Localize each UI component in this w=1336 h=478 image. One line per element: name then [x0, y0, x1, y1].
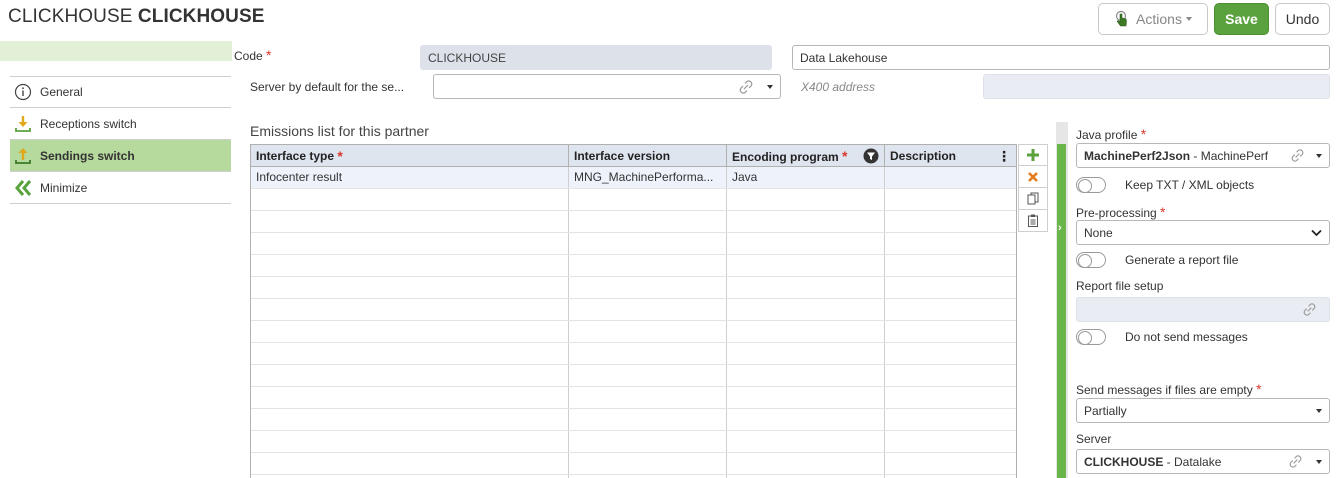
table-row-empty[interactable]	[251, 387, 1016, 409]
generate-report-label: Generate a report file	[1125, 253, 1239, 267]
table-row-empty[interactable]	[251, 255, 1016, 277]
add-row-button[interactable]	[1018, 144, 1048, 166]
table-row-empty[interactable]	[251, 431, 1016, 453]
java-profile-label: Java profile *	[1076, 126, 1147, 142]
side-menu: General Receptions switch Sendings switc…	[10, 76, 231, 204]
send-empty-label: Send messages if files are empty *	[1076, 381, 1262, 397]
table-row-empty[interactable]	[251, 343, 1016, 365]
keep-objects-label: Keep TXT / XML objects	[1125, 178, 1255, 192]
copy-row-button[interactable]	[1018, 188, 1048, 210]
server-default-label: Server by default for the se...	[250, 80, 405, 94]
close-icon	[1028, 171, 1038, 182]
column-encoding-program[interactable]: Encoding program *	[727, 145, 885, 166]
menu-item-sendings-switch[interactable]: Sendings switch	[10, 140, 231, 172]
do-not-send-toggle[interactable]	[1076, 329, 1106, 345]
emissions-list-title: Emissions list for this partner	[250, 123, 429, 139]
info-icon	[14, 83, 32, 101]
header-band	[0, 41, 232, 61]
report-setup-label: Report file setup	[1076, 279, 1164, 293]
copy-icon	[1027, 192, 1039, 205]
code-field[interactable]: CLICKHOUSE	[420, 45, 772, 70]
menu-item-receptions-switch[interactable]: Receptions switch	[10, 108, 231, 140]
report-setup-field[interactable]	[1076, 297, 1330, 322]
page-title: CLICKHOUSE CLICKHOUSE	[8, 6, 265, 27]
save-button[interactable]: Save	[1214, 3, 1269, 35]
required-marker: *	[266, 47, 272, 63]
more-vertical-icon[interactable]: ⋮	[997, 149, 1011, 163]
keep-objects-toggle[interactable]	[1076, 177, 1106, 193]
chevron-down-icon[interactable]	[1311, 229, 1322, 237]
menu-item-minimize[interactable]: Minimize	[10, 172, 231, 204]
server-field[interactable]: CLICKHOUSE - Datalake	[1076, 449, 1330, 474]
emissions-grid: Interface type * Interface version Encod…	[250, 144, 1017, 478]
column-interface-type[interactable]: Interface type *	[251, 145, 569, 166]
do-not-send-label: Do not send messages	[1125, 330, 1248, 344]
server-default-field[interactable]	[433, 74, 781, 99]
paste-row-button[interactable]	[1018, 210, 1048, 232]
preprocessing-label: Pre-processing *	[1076, 204, 1166, 220]
plus-icon	[1027, 149, 1039, 161]
panel-splitter-handle[interactable]	[1057, 144, 1066, 478]
grid-header: Interface type * Interface version Encod…	[251, 145, 1016, 167]
x400-address-field[interactable]	[983, 74, 1330, 99]
generate-report-toggle[interactable]	[1076, 252, 1106, 268]
chevron-down-icon	[1185, 17, 1192, 21]
code-label: Code *	[234, 47, 272, 63]
link-icon[interactable]	[739, 79, 753, 94]
column-interface-version[interactable]: Interface version	[569, 145, 727, 166]
delete-row-button[interactable]	[1018, 166, 1048, 188]
grid-toolbar	[1018, 144, 1048, 232]
hand-pointer-icon	[1115, 10, 1127, 27]
link-icon[interactable]	[1289, 455, 1302, 468]
table-row[interactable]: Infocenter result MNG_MachinePerforma...…	[251, 167, 1016, 189]
column-description[interactable]: Description ⋮	[885, 145, 1016, 166]
chevron-right-icon[interactable]: ›	[1058, 222, 1062, 234]
link-icon[interactable]	[1303, 303, 1316, 316]
upload-icon	[15, 147, 31, 164]
send-empty-select[interactable]: Partially	[1076, 398, 1330, 423]
java-profile-field[interactable]: MachinePerf2Json - MachinePerf	[1076, 143, 1330, 168]
chevron-down-icon[interactable]	[1316, 153, 1322, 158]
table-row-empty[interactable]	[251, 453, 1016, 475]
name-field[interactable]: Data Lakehouse	[792, 45, 1330, 70]
double-chevron-left-icon	[15, 179, 32, 196]
link-icon[interactable]	[1291, 149, 1304, 162]
table-row-empty[interactable]	[251, 233, 1016, 255]
chevron-down-icon[interactable]	[767, 84, 773, 89]
filter-icon[interactable]	[863, 148, 879, 164]
table-row-empty[interactable]	[251, 277, 1016, 299]
table-row-empty[interactable]	[251, 365, 1016, 387]
server-label: Server	[1076, 432, 1112, 446]
menu-item-general[interactable]: General	[10, 76, 231, 108]
table-row-empty[interactable]	[251, 299, 1016, 321]
chevron-down-icon[interactable]	[1316, 459, 1322, 464]
table-row-empty[interactable]	[251, 211, 1016, 233]
actions-button[interactable]: Actions	[1098, 3, 1208, 35]
table-row-empty[interactable]	[251, 189, 1016, 211]
chevron-down-icon[interactable]	[1316, 408, 1322, 413]
table-row-empty[interactable]	[251, 321, 1016, 343]
download-icon	[15, 115, 31, 132]
table-row-empty[interactable]	[251, 409, 1016, 431]
clipboard-icon	[1028, 214, 1038, 227]
undo-button[interactable]: Undo	[1275, 3, 1330, 35]
preprocessing-select[interactable]: None	[1076, 220, 1330, 245]
x400-label: X400 address	[801, 80, 876, 94]
